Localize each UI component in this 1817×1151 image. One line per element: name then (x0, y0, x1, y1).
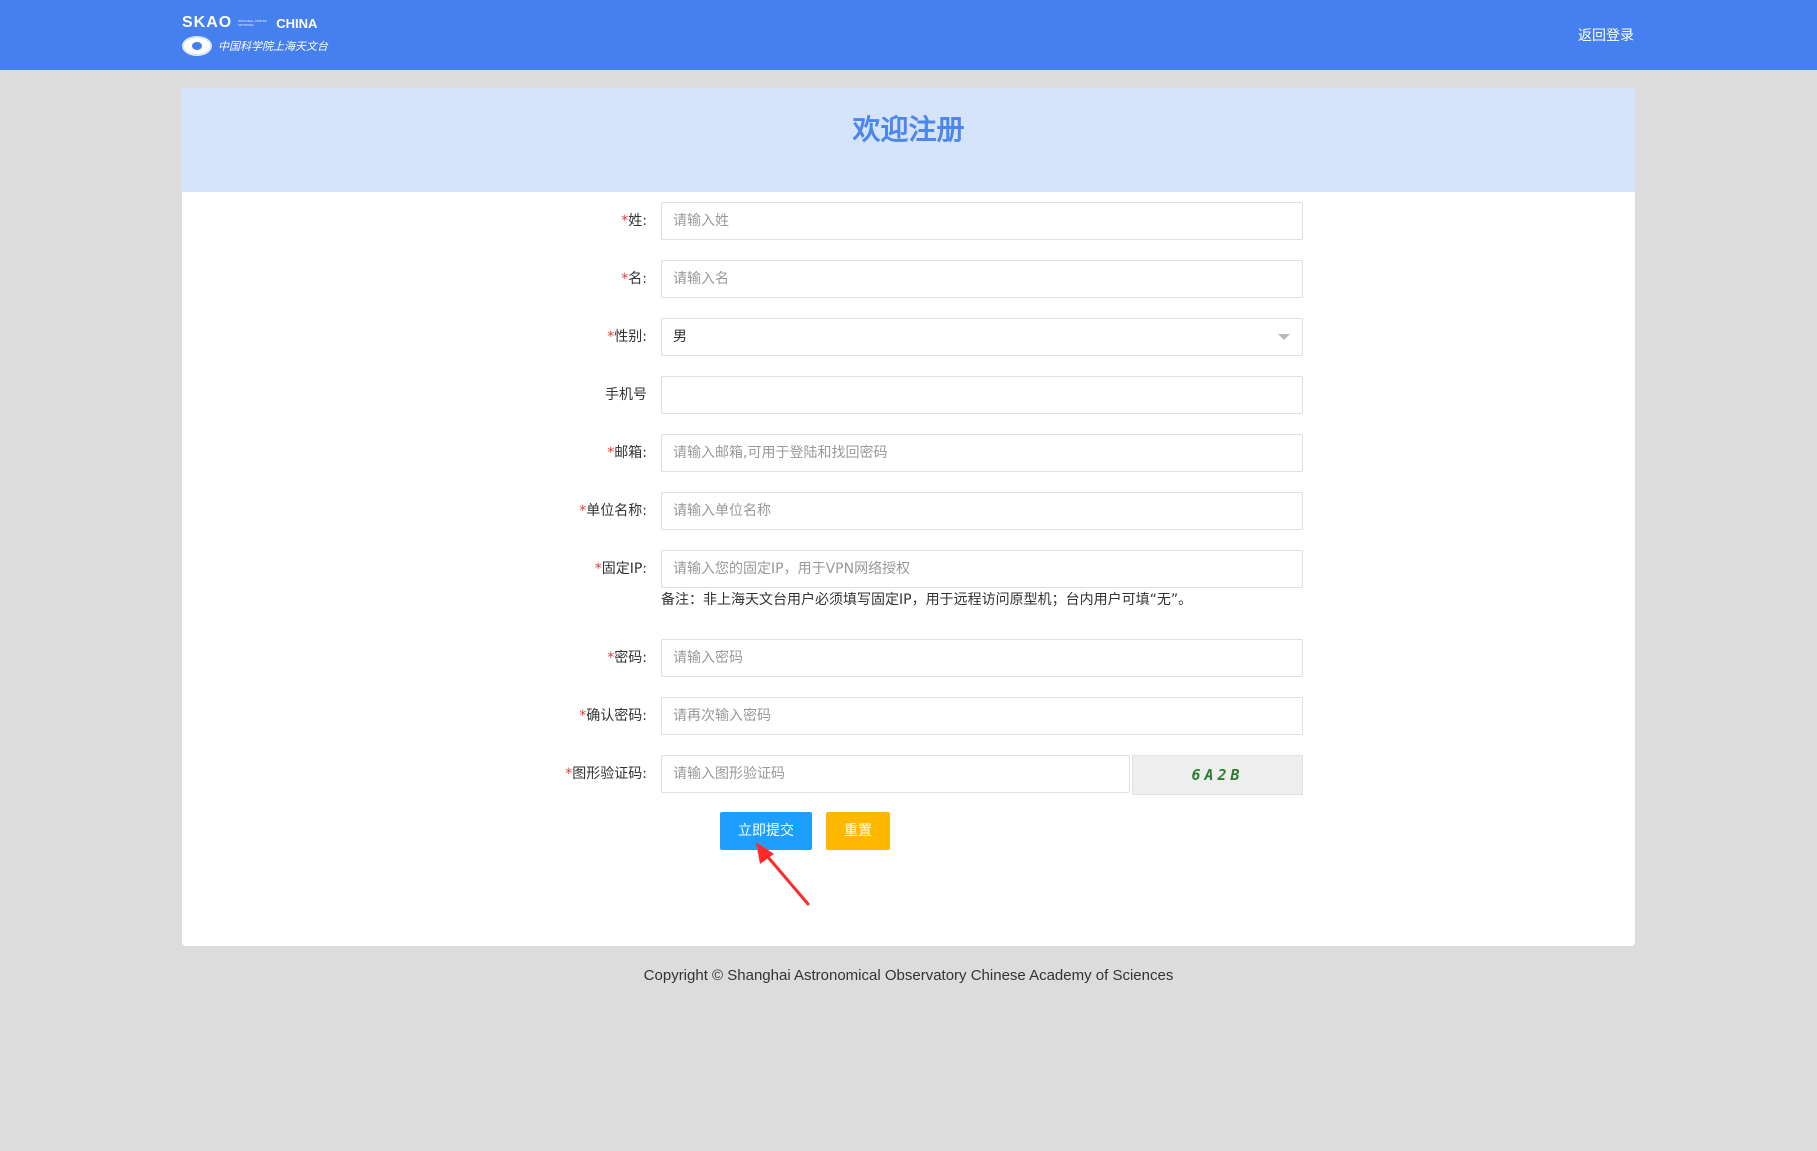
form-row-surname: *姓: 请输入姓 (0, 202, 1817, 240)
given-name-label: *名: (621, 260, 647, 298)
confirm-password-label: *确认密码: (579, 697, 647, 735)
password-input[interactable]: 请输入密码 (661, 639, 1303, 677)
form-row-confirm-password: *确认密码: 请再次输入密码 (0, 697, 1817, 735)
logo-org-name: 中国科学院上海天文台 (218, 40, 328, 53)
phone-label-text: 手机号 (605, 387, 647, 403)
logo-small-text: REGIONAL CENTRE NETWORK (238, 19, 267, 27)
fixed-ip-label: *固定IP: (595, 550, 647, 588)
page-title: 欢迎注册 (852, 113, 965, 146)
captcha-label: *图形验证码: (565, 755, 647, 793)
form-row-fixed-ip: *固定IP: 请输入您的固定IP，用于VPN网络授权 (0, 550, 1817, 588)
password-label-text: 密码: (614, 650, 647, 666)
given-name-input[interactable]: 请输入名 (661, 260, 1303, 298)
chevron-down-icon (1278, 334, 1290, 340)
phone-label: 手机号 (605, 376, 647, 414)
observatory-emblem-icon (182, 36, 212, 56)
given-name-label-text: 名: (628, 271, 647, 287)
organization-label-text: 单位名称: (586, 503, 647, 519)
surname-label-text: 姓: (628, 213, 647, 229)
form-row-captcha: *图形验证码: 请输入图形验证码 6A2B (0, 755, 1817, 795)
organization-input[interactable]: 请输入单位名称 (661, 492, 1303, 530)
logo-brand: SKAO (182, 14, 233, 31)
logo-country: CHINA (276, 15, 318, 31)
confirm-password-label-text: 确认密码: (586, 708, 647, 724)
form-row-gender: *性别: 男 (0, 318, 1817, 356)
copyright-footer: Copyright © Shanghai Astronomical Observ… (643, 967, 1174, 984)
gender-label: *性别: (607, 318, 647, 356)
skao-china-logo[interactable]: SKAO REGIONAL CENTRE NETWORK CHINA 中国科学院… (182, 12, 354, 58)
back-to-login-link[interactable]: 返回登录 (1578, 25, 1634, 45)
phone-input[interactable] (661, 376, 1303, 414)
form-row-organization: *单位名称: 请输入单位名称 (0, 492, 1817, 530)
form-row-password: *密码: 请输入密码 (0, 639, 1817, 677)
form-row-given-name: *名: 请输入名 (0, 260, 1817, 298)
top-bar: SKAO REGIONAL CENTRE NETWORK CHINA 中国科学院… (0, 0, 1817, 70)
captcha-label-text: 图形验证码: (572, 766, 647, 782)
form-row-email: *邮箱: 请输入邮箱,可用于登陆和找回密码 (0, 434, 1817, 472)
password-label: *密码: (607, 639, 647, 677)
logo-bottom-line: 中国科学院上海天文台 (182, 35, 354, 57)
red-arrow-annotation-icon (756, 842, 810, 906)
surname-label: *姓: (621, 202, 647, 240)
organization-label: *单位名称: (579, 492, 647, 530)
confirm-password-input[interactable]: 请再次输入密码 (661, 697, 1303, 735)
reset-button[interactable]: 重置 (826, 812, 890, 850)
surname-input[interactable]: 请输入姓 (661, 202, 1303, 240)
gender-selected-value: 男 (673, 329, 687, 345)
captcha-input[interactable]: 请输入图形验证码 (661, 755, 1130, 793)
fixed-ip-input[interactable]: 请输入您的固定IP，用于VPN网络授权 (661, 550, 1303, 588)
captcha-image[interactable]: 6A2B (1132, 755, 1303, 795)
gender-select[interactable]: 男 (661, 318, 1303, 356)
logo-top-line: SKAO REGIONAL CENTRE NETWORK CHINA (182, 12, 354, 34)
fixed-ip-label-text: 固定IP: (601, 561, 647, 577)
email-input[interactable]: 请输入邮箱,可用于登陆和找回密码 (661, 434, 1303, 472)
email-label-text: 邮箱: (614, 445, 647, 461)
card-header: 欢迎注册 (182, 88, 1635, 192)
email-label: *邮箱: (607, 434, 647, 472)
gender-label-text: 性别: (614, 329, 647, 345)
fixed-ip-note: 备注：非上海天文台用户必须填写固定IP，用于远程访问原型机；台内用户可填“无”。 (661, 592, 1193, 608)
required-mark: * (594, 561, 602, 577)
form-row-phone: 手机号 (0, 376, 1817, 414)
